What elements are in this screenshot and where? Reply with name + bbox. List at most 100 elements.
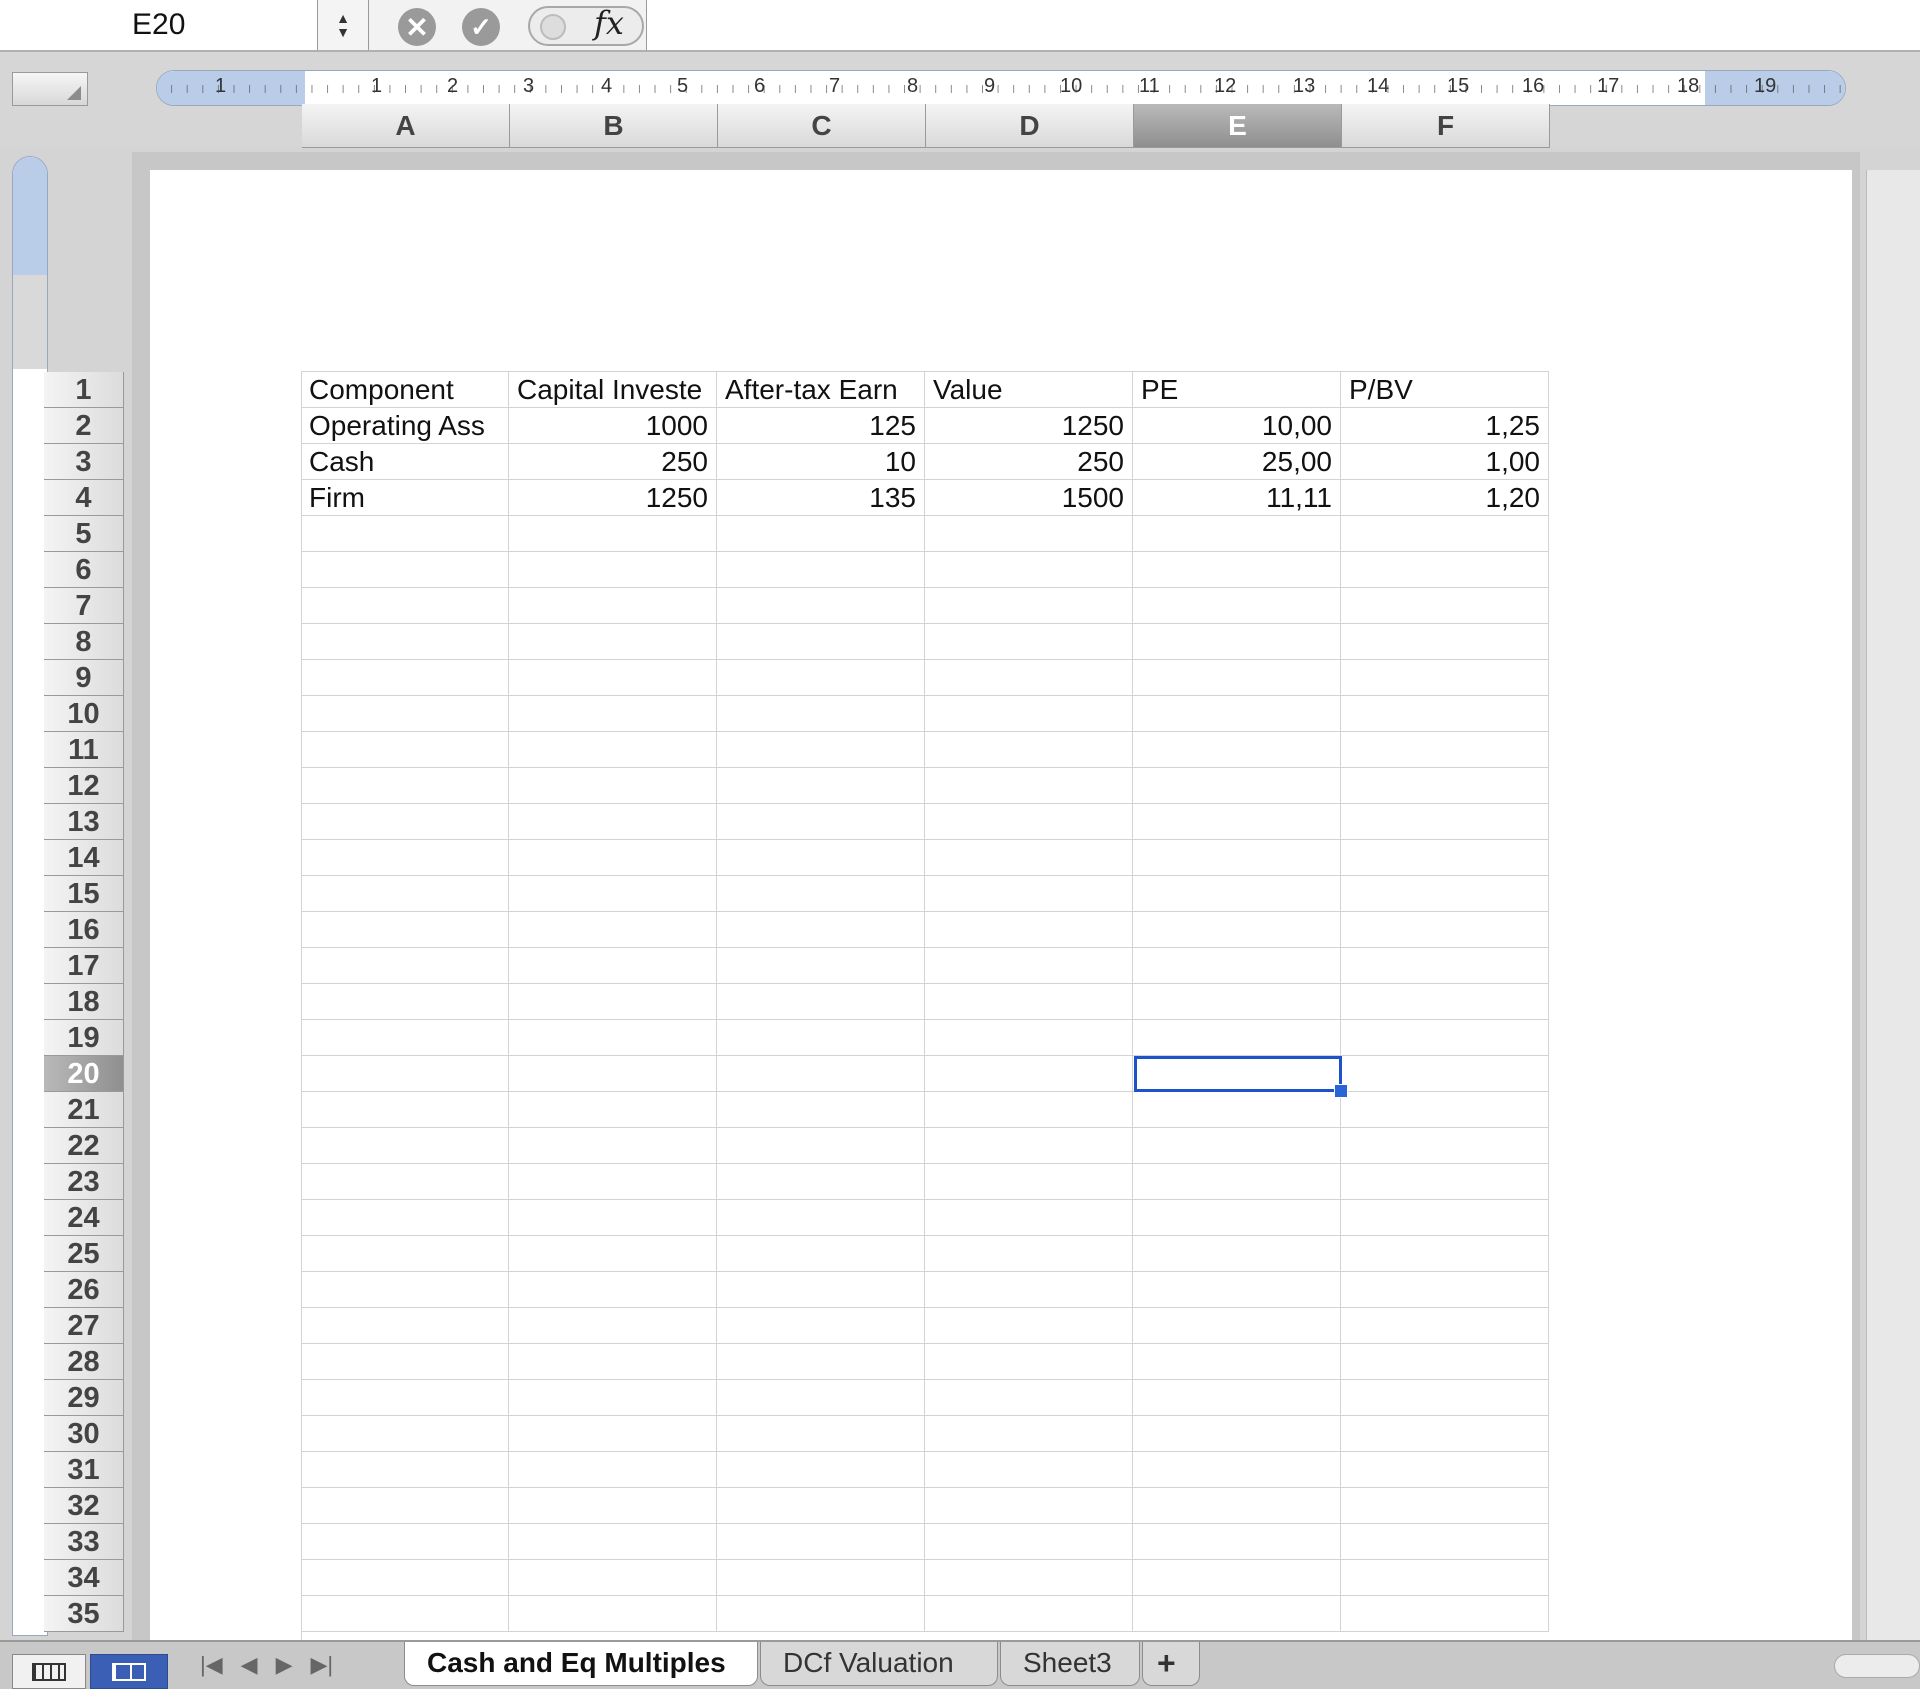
cell-d35[interactable] — [925, 1596, 1133, 1632]
column-header-f[interactable]: F — [1342, 104, 1550, 148]
cell-a10[interactable] — [301, 696, 509, 732]
cell-f7[interactable] — [1341, 588, 1549, 624]
cell-d11[interactable] — [925, 732, 1133, 768]
cell-f27[interactable] — [1341, 1308, 1549, 1344]
cell-a5[interactable] — [301, 516, 509, 552]
cell-c9[interactable] — [717, 660, 925, 696]
cell-c17[interactable] — [717, 948, 925, 984]
cell-c7[interactable] — [717, 588, 925, 624]
cell-e4[interactable]: 11,11 — [1133, 480, 1341, 516]
cell-d2[interactable]: 1250 — [925, 408, 1133, 444]
cell-f19[interactable] — [1341, 1020, 1549, 1056]
cell-d23[interactable] — [925, 1164, 1133, 1200]
column-header-c[interactable]: C — [718, 104, 926, 148]
cell-b33[interactable] — [509, 1524, 717, 1560]
row-header-16[interactable]: 16 — [44, 912, 124, 948]
cell-c28[interactable] — [717, 1344, 925, 1380]
next-sheet-icon[interactable]: ▶ — [276, 1652, 293, 1678]
cell-d6[interactable] — [925, 552, 1133, 588]
cell-e29[interactable] — [1133, 1380, 1341, 1416]
cell-a31[interactable] — [301, 1452, 509, 1488]
sheet-tab[interactable]: DCf Valuation — [760, 1642, 998, 1686]
cell-a6[interactable] — [301, 552, 509, 588]
cell-f30[interactable] — [1341, 1416, 1549, 1452]
cell-f9[interactable] — [1341, 660, 1549, 696]
cell-c24[interactable] — [717, 1200, 925, 1236]
row-header-4[interactable]: 4 — [44, 480, 124, 516]
cell-a22[interactable] — [301, 1128, 509, 1164]
row-header-19[interactable]: 19 — [44, 1020, 124, 1056]
cell-b10[interactable] — [509, 696, 717, 732]
cell-a15[interactable] — [301, 876, 509, 912]
cell-b12[interactable] — [509, 768, 717, 804]
cell-e2[interactable]: 10,00 — [1133, 408, 1341, 444]
cell-e27[interactable] — [1133, 1308, 1341, 1344]
cell-e30[interactable] — [1133, 1416, 1341, 1452]
cell-b6[interactable] — [509, 552, 717, 588]
cell-b14[interactable] — [509, 840, 717, 876]
cell-f6[interactable] — [1341, 552, 1549, 588]
cell-d24[interactable] — [925, 1200, 1133, 1236]
cell-b27[interactable] — [509, 1308, 717, 1344]
cell-b4[interactable]: 1250 — [509, 480, 717, 516]
cell-b15[interactable] — [509, 876, 717, 912]
cell-b17[interactable] — [509, 948, 717, 984]
cell-e35[interactable] — [1133, 1596, 1341, 1632]
cell-d20[interactable] — [925, 1056, 1133, 1092]
cell-a19[interactable] — [301, 1020, 509, 1056]
row-header-27[interactable]: 27 — [44, 1308, 124, 1344]
cell-b11[interactable] — [509, 732, 717, 768]
row-header-8[interactable]: 8 — [44, 624, 124, 660]
cell-d14[interactable] — [925, 840, 1133, 876]
cell-a28[interactable] — [301, 1344, 509, 1380]
cell-b8[interactable] — [509, 624, 717, 660]
cell-c23[interactable] — [717, 1164, 925, 1200]
horizontal-ruler[interactable]: 1 1 2 3 4 5 6 7 8 9 10 11 12 13 14 15 16 17 18 19 — [156, 70, 1846, 106]
cell-b5[interactable] — [509, 516, 717, 552]
cell-c20[interactable] — [717, 1056, 925, 1092]
cell-c10[interactable] — [717, 696, 925, 732]
row-header-14[interactable]: 14 — [44, 840, 124, 876]
cell-e25[interactable] — [1133, 1236, 1341, 1272]
cell-d8[interactable] — [925, 624, 1133, 660]
cell-d16[interactable] — [925, 912, 1133, 948]
sheet-tab[interactable]: Cash and Eq Multiples — [404, 1642, 758, 1686]
cell-e17[interactable] — [1133, 948, 1341, 984]
cell-a35[interactable] — [301, 1596, 509, 1632]
row-header-9[interactable]: 9 — [44, 660, 124, 696]
checkmark-icon[interactable]: ✓ — [462, 8, 500, 46]
cell-a33[interactable] — [301, 1524, 509, 1560]
cell-d4[interactable]: 1500 — [925, 480, 1133, 516]
cell-f25[interactable] — [1341, 1236, 1549, 1272]
cell-d33[interactable] — [925, 1524, 1133, 1560]
page-layout-view-icon[interactable] — [90, 1654, 168, 1689]
cell-e9[interactable] — [1133, 660, 1341, 696]
cell-e15[interactable] — [1133, 876, 1341, 912]
cell-e31[interactable] — [1133, 1452, 1341, 1488]
cell-c5[interactable] — [717, 516, 925, 552]
last-sheet-icon[interactable]: ▶| — [310, 1652, 333, 1678]
cell-f33[interactable] — [1341, 1524, 1549, 1560]
cell-e21[interactable] — [1133, 1092, 1341, 1128]
row-header-21[interactable]: 21 — [44, 1092, 124, 1128]
normal-view-icon[interactable] — [12, 1654, 86, 1689]
name-box-stepper[interactable]: ▲ ▼ — [318, 0, 369, 50]
first-sheet-icon[interactable]: |◀ — [200, 1652, 223, 1678]
cell-e12[interactable] — [1133, 768, 1341, 804]
cell-f11[interactable] — [1341, 732, 1549, 768]
fill-handle[interactable] — [1334, 1084, 1348, 1098]
cell-e18[interactable] — [1133, 984, 1341, 1020]
cell-b26[interactable] — [509, 1272, 717, 1308]
cell-c25[interactable] — [717, 1236, 925, 1272]
cancel-icon[interactable]: ✕ — [398, 8, 436, 46]
cell-d12[interactable] — [925, 768, 1133, 804]
row-header-20[interactable]: 20 — [44, 1056, 124, 1092]
cell-c31[interactable] — [717, 1452, 925, 1488]
cell-f17[interactable] — [1341, 948, 1549, 984]
cell-a26[interactable] — [301, 1272, 509, 1308]
cell-f29[interactable] — [1341, 1380, 1549, 1416]
cell-d25[interactable] — [925, 1236, 1133, 1272]
cell-f28[interactable] — [1341, 1344, 1549, 1380]
cell-e10[interactable] — [1133, 696, 1341, 732]
cell-b9[interactable] — [509, 660, 717, 696]
